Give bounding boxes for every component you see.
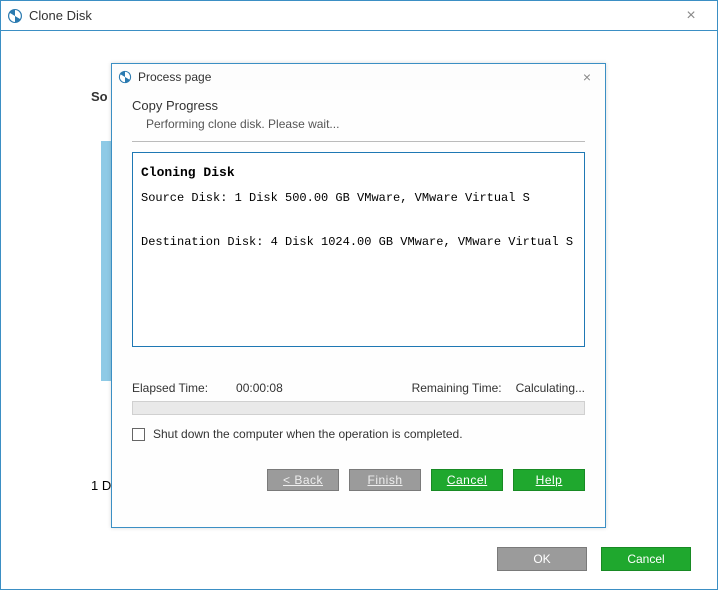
modal-button-row: < Back Finish Cancel Help bbox=[132, 469, 585, 491]
shutdown-row: Shut down the computer when the operatio… bbox=[132, 427, 585, 441]
clone-disk-window: Clone Disk × So 1 D OK Cancel Process pa… bbox=[0, 0, 718, 590]
time-row: Elapsed Time: 00:00:08 Remaining Time: C… bbox=[132, 381, 585, 395]
outer-window-title: Clone Disk bbox=[29, 8, 671, 23]
app-icon bbox=[7, 8, 23, 24]
close-icon[interactable]: × bbox=[575, 69, 599, 85]
ok-button[interactable]: OK bbox=[497, 547, 587, 571]
clone-log-source-line: Source Disk: 1 Disk 500.00 GB VMware, VM… bbox=[141, 189, 576, 207]
shutdown-checkbox[interactable] bbox=[132, 428, 145, 441]
close-icon[interactable]: × bbox=[671, 7, 711, 25]
process-page-dialog: Process page × Copy Progress Performing … bbox=[111, 63, 606, 528]
cancel-button[interactable]: Cancel bbox=[431, 469, 503, 491]
clone-log-title: Cloning Disk bbox=[141, 163, 576, 183]
copy-progress-heading: Copy Progress bbox=[132, 98, 585, 113]
help-button[interactable]: Help bbox=[513, 469, 585, 491]
progress-bar bbox=[132, 401, 585, 415]
back-button[interactable]: < Back bbox=[267, 469, 339, 491]
background-one-d-fragment: 1 D bbox=[91, 478, 111, 493]
elapsed-time-label: Elapsed Time: bbox=[132, 381, 208, 395]
shutdown-label: Shut down the computer when the operatio… bbox=[153, 427, 463, 441]
outer-titlebar: Clone Disk × bbox=[1, 1, 717, 31]
cancel-button[interactable]: Cancel bbox=[601, 547, 691, 571]
finish-button[interactable]: Finish bbox=[349, 469, 421, 491]
modal-titlebar: Process page × bbox=[112, 64, 605, 90]
clone-log-box: Cloning Disk Source Disk: 1 Disk 500.00 … bbox=[132, 152, 585, 347]
app-icon bbox=[118, 70, 132, 84]
copy-progress-subheading: Performing clone disk. Please wait... bbox=[146, 117, 585, 131]
divider bbox=[132, 141, 585, 142]
clone-log-dest-line: Destination Disk: 4 Disk 1024.00 GB VMwa… bbox=[141, 233, 576, 251]
background-source-label-fragment: So bbox=[91, 89, 108, 104]
elapsed-time-value: 00:00:08 bbox=[236, 381, 283, 395]
modal-title: Process page bbox=[138, 70, 575, 84]
remaining-time-value: Calculating... bbox=[516, 381, 585, 395]
remaining-time-label: Remaining Time: bbox=[412, 381, 502, 395]
